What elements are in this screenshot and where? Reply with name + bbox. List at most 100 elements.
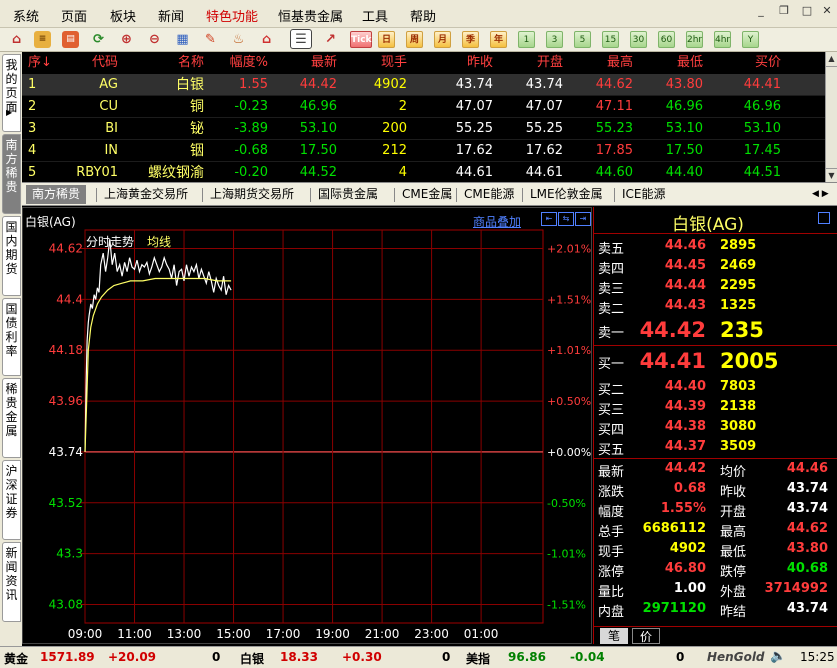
left-tab-2[interactable]: 南方稀贵 [2, 134, 21, 214]
quote-header-change[interactable]: 幅度% [208, 52, 268, 74]
quote-header-prev[interactable]: 昨收 [411, 52, 493, 74]
menu-item-hengji-metals[interactable]: 恒基贵金属 [278, 6, 343, 25]
left-tab-4[interactable]: 国债利率 [2, 298, 21, 376]
home-icon[interactable]: ⌂ [8, 31, 25, 48]
quote-row[interactable]: 5 RBY01 螺纹钢渝 -0.20 44.52 4 44.61 44.61 44.60 44.4… [22, 162, 825, 184]
quote-cell-prev: 43.74 [455, 77, 493, 92]
maximize-icon[interactable]: □ [800, 4, 814, 18]
zoom-out-chart-icon[interactable]: ⇤ [541, 212, 557, 226]
basket-icon[interactable]: ⌂ [258, 31, 275, 48]
quote-scrollbar[interactable]: ▲ ▼ [825, 52, 837, 182]
quote-header-high[interactable]: 最高 [567, 52, 633, 74]
quarterly-button[interactable]: 季 [462, 31, 479, 48]
left-tab-6[interactable]: 沪深证券 [2, 460, 21, 540]
quote-header-name[interactable]: 名称 [122, 52, 204, 74]
quote-cell-bid: 44.41 [743, 77, 781, 92]
pen-icon[interactable]: ✎ [202, 31, 219, 48]
scroll-down-icon[interactable]: ▼ [826, 168, 837, 183]
alarm-icon[interactable]: ♨ [230, 31, 247, 48]
quote-header-open[interactable]: 开盘 [497, 52, 563, 74]
quote-header-bid[interactable]: 买价 [707, 52, 781, 74]
period-2hr-button[interactable]: 2hr [686, 31, 703, 48]
intraday-chart[interactable]: 44.62 +2.01% 44.4 +1.51% 44.18 +1.01% 43.96 +0.… [23, 208, 591, 643]
quote-row[interactable]: 2 CU 铜 -0.23 46.96 2 47.07 47.07 47.11 46.96 46.96 [22, 96, 825, 118]
market-tab-7[interactable]: LME伦敦金属 [530, 186, 603, 203]
market-tab-4[interactable]: 国际贵金属 [318, 186, 378, 203]
menu-item-help[interactable]: 帮助 [410, 6, 436, 25]
left-tab-1[interactable]: 我的页面 [2, 54, 21, 132]
fit-chart-icon[interactable]: ⇆ [558, 212, 574, 226]
zoom-in-icon[interactable]: ⊕ [118, 31, 135, 48]
period-30min-button[interactable]: 30 [630, 31, 647, 48]
overlay-commodity-link[interactable]: 商品叠加 [473, 213, 521, 230]
quote-header-vol[interactable]: 现手 [341, 52, 407, 74]
daily-button[interactable]: 日 [378, 31, 395, 48]
order-book-panel: 白银(AG) 卖五 44.46 2895 卖四 44.45 2469 卖三 44.44 2295… [593, 207, 837, 645]
yearly-button[interactable]: 年 [490, 31, 507, 48]
report-icon[interactable]: ▤ [62, 31, 79, 48]
market-tab-1[interactable]: 南方稀贵 [26, 185, 87, 204]
tab-price[interactable]: 价 [632, 628, 660, 644]
market-tab-6[interactable]: CME能源 [464, 186, 514, 203]
period-3min-button[interactable]: 3 [546, 31, 563, 48]
left-tab-3[interactable]: 国内期货 [2, 216, 21, 296]
menu-item-featured[interactable]: 特色功能 [206, 6, 258, 25]
quote-row[interactable]: 4 IN 铟 -0.68 17.50 212 17.62 17.62 17.85 17.50 17.… [22, 140, 825, 162]
weekly-button[interactable]: 周 [406, 31, 423, 48]
market-tab-2[interactable]: 上海黄金交易所 [104, 186, 188, 203]
panel-toggle-icon[interactable] [818, 212, 830, 224]
menu-item-system[interactable]: 系统 [13, 6, 39, 25]
quote-cell-no: 1 [28, 77, 37, 92]
left-tab-7[interactable]: 新闻资讯 [2, 542, 21, 622]
database-icon[interactable]: ≡ [34, 31, 51, 48]
grid-icon[interactable]: ▦ [174, 31, 191, 48]
period-60min-button[interactable]: 60 [658, 31, 675, 48]
quote-cell-last: 17.50 [299, 143, 337, 158]
list-view-icon[interactable]: ☰ [290, 29, 312, 49]
tick-button[interactable]: Tick [350, 31, 372, 48]
period-year-button[interactable]: Y [742, 31, 759, 48]
stat-label: 现手 [598, 545, 625, 560]
zoom-out-icon[interactable]: ⊖ [146, 31, 163, 48]
quote-cell-low: 17.50 [665, 143, 703, 158]
menu-item-news[interactable]: 新闻 [158, 6, 184, 25]
y-tick-label: 43.3 [56, 547, 83, 561]
quote-header-code[interactable]: 代码 [62, 52, 118, 74]
refresh-icon[interactable]: ⟳ [90, 31, 107, 48]
book-label: 卖三 [598, 282, 625, 297]
menu-item-sector[interactable]: 板块 [110, 6, 136, 25]
menu-item-tools[interactable]: 工具 [362, 6, 388, 25]
scroll-up-icon[interactable]: ▲ [826, 52, 837, 67]
left-tab-5[interactable]: 稀贵金属 [2, 378, 21, 458]
quote-header-low[interactable]: 最低 [637, 52, 703, 74]
book-volume: 2138 [720, 399, 757, 414]
quote-header-last[interactable]: 最新 [272, 52, 337, 74]
market-tab-5[interactable]: CME金属 [402, 186, 452, 203]
monthly-button[interactable]: 月 [434, 31, 451, 48]
quote-header-no[interactable]: 序↓ [28, 52, 58, 74]
stat-value: 40.68 [786, 561, 828, 576]
stat-label: 量比 [598, 585, 625, 600]
close-icon[interactable]: ✕ [820, 4, 834, 18]
restore-icon[interactable]: ❐ [777, 4, 791, 18]
zoom-in-chart-icon[interactable]: ⇥ [575, 212, 591, 226]
market-tab-3[interactable]: 上海期货交易所 [210, 186, 294, 203]
quote-row[interactable]: 3 BI 铋 -3.89 53.10 200 55.25 55.25 55.23 53.10 53.… [22, 118, 825, 140]
quote-cell-high: 44.62 [595, 77, 633, 92]
tab-scroll-icon[interactable]: ◀ ▶ [812, 186, 829, 203]
period-5min-button[interactable]: 5 [574, 31, 591, 48]
menu-item-page[interactable]: 页面 [61, 6, 87, 25]
period-1min-button[interactable]: 1 [518, 31, 535, 48]
speaker-icon[interactable]: 🔈 [770, 649, 786, 664]
minimize-icon[interactable]: _ [754, 4, 768, 18]
quote-row[interactable]: 1 AG 白银 1.55 44.42 4902 43.74 43.74 44.62 43.80 44… [22, 74, 825, 96]
quote-cell-name: 螺纹钢渝 [148, 165, 204, 181]
market-tab-8[interactable]: ICE能源 [622, 186, 666, 203]
tab-ticks[interactable]: 笔 [600, 628, 628, 644]
book-label: 卖四 [598, 262, 625, 277]
trend-chart-icon[interactable]: ↗ [322, 31, 339, 48]
period-4hr-button[interactable]: 4hr [714, 31, 731, 48]
period-15min-button[interactable]: 15 [602, 31, 619, 48]
stat-value: 44.62 [786, 521, 828, 536]
status-gold-volume: 0 [212, 650, 221, 664]
